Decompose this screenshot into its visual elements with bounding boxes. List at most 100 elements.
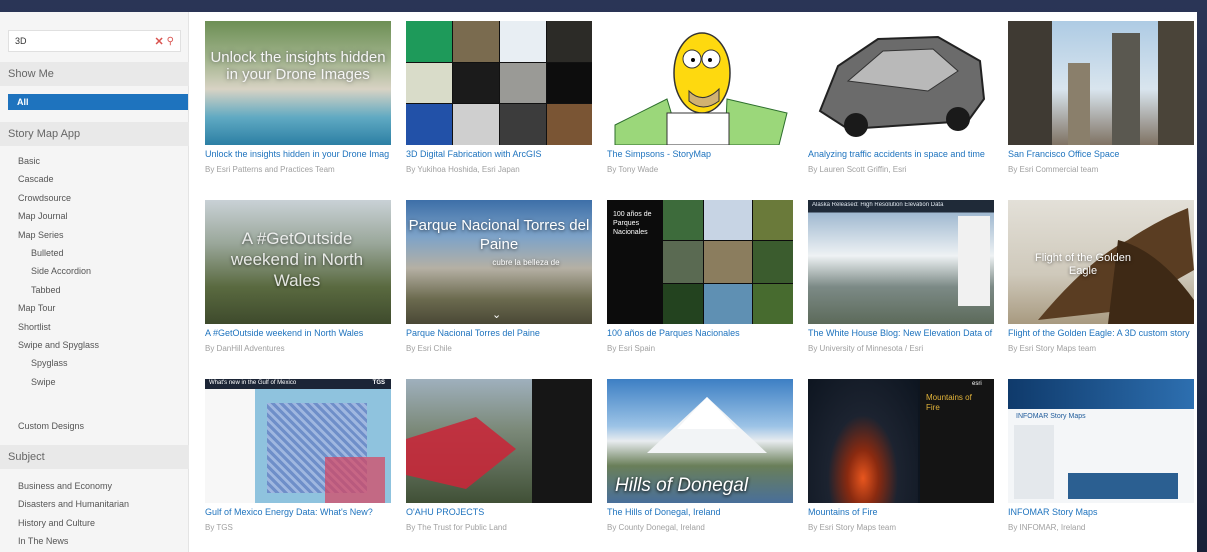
filter-disasters-and-humanitarian[interactable]: Disasters and Humanitarian — [0, 495, 189, 513]
thumbnail-oahu-projects[interactable] — [406, 379, 592, 503]
thumbnail-3d-fabrication[interactable] — [406, 21, 592, 145]
story-card[interactable]: A #GetOutside weekend in North Wales A #… — [205, 200, 391, 370]
card-author: By The Trust for Public Land — [406, 523, 507, 532]
thumb-tile — [547, 21, 592, 62]
card-author: By Tony Wade — [607, 165, 659, 174]
thumb-tile — [500, 104, 546, 145]
filter-custom-designs[interactable]: Custom Designs — [0, 417, 189, 435]
thumbnail-gulf-of-mexico[interactable]: What's new in the Gulf of Mexico TGS — [205, 379, 391, 503]
card-title[interactable]: The Hills of Donegal, Ireland — [607, 507, 793, 517]
thumb-tile — [704, 200, 752, 240]
filter-swipe[interactable]: Swipe — [0, 373, 189, 391]
card-author: By University of Minnesota / Esri — [808, 344, 924, 353]
thumbnail-traffic-accidents[interactable] — [808, 21, 994, 145]
side-panel — [1014, 425, 1054, 499]
card-author: By Esri Story Maps team — [808, 523, 897, 532]
thumbnail-drone-images[interactable]: Unlock the insights hidden in your Drone… — [205, 21, 391, 145]
card-title[interactable]: 3D Digital Fabrication with ArcGIS — [406, 149, 592, 159]
filter-cascade[interactable]: Cascade — [0, 170, 189, 188]
card-title[interactable]: Analyzing traffic accidents in space and… — [808, 149, 994, 159]
card-title[interactable]: INFOMAR Story Maps — [1008, 507, 1194, 517]
thumb-tile — [500, 21, 546, 62]
filter-spyglass[interactable]: Spyglass — [0, 354, 189, 372]
filter-tabbed[interactable]: Tabbed — [0, 281, 189, 299]
thumbnail-title-text: Unlock the insights hidden in your Drone… — [210, 49, 386, 83]
story-card[interactable]: 100 años de Parques Nacionales 100 años … — [607, 200, 793, 370]
filter-basic[interactable]: Basic — [0, 152, 189, 170]
story-card[interactable]: 3D Digital Fabrication with ArcGIS By Yu… — [406, 21, 592, 191]
thumbnail-simpsons[interactable] — [607, 21, 793, 145]
search-icon[interactable]: ⚲ — [167, 36, 174, 47]
filter-map-tour[interactable]: Map Tour — [0, 299, 189, 317]
search-input[interactable]: 3D — [15, 36, 154, 46]
thumbnail-infomar[interactable]: INFOMAR Story Maps — [1008, 379, 1194, 503]
filter-swipe-and-spyglass[interactable]: Swipe and Spyglass — [0, 336, 189, 354]
filter-map-journal[interactable]: Map Journal — [0, 207, 189, 225]
thumbnail-title-text: A #GetOutside weekend in North Wales — [230, 229, 364, 290]
card-title[interactable]: Gulf of Mexico Energy Data: What's New? — [205, 507, 391, 517]
building-shape — [1112, 33, 1140, 145]
filter-crowdsource[interactable]: Crowdsource — [0, 189, 189, 207]
story-card[interactable]: Unlock the insights hidden in your Drone… — [205, 21, 391, 191]
card-title[interactable]: A #GetOutside weekend in North Wales — [205, 328, 391, 338]
card-title[interactable]: Mountains of Fire — [808, 507, 994, 517]
thumb-tile — [547, 104, 592, 145]
story-card[interactable]: Analyzing traffic accidents in space and… — [808, 21, 994, 191]
story-card[interactable]: The Simpsons - StoryMap By Tony Wade — [607, 21, 793, 191]
card-title[interactable]: Parque Nacional Torres del Paine — [406, 328, 592, 338]
card-title[interactable]: Unlock the insights hidden in your Drone… — [205, 149, 391, 159]
thumbnail-north-wales[interactable]: A #GetOutside weekend in North Wales — [205, 200, 391, 324]
thumb-tile — [704, 241, 752, 283]
story-card[interactable]: Parque Nacional Torres del Paine cubre l… — [406, 200, 592, 370]
card-author: By Esri Spain — [607, 344, 656, 353]
filter-all[interactable]: All — [8, 94, 188, 110]
thumbnail-hills-of-donegal[interactable]: Hills of Donegal — [607, 379, 793, 503]
filter-history-and-culture[interactable]: History and Culture — [0, 514, 189, 532]
filter-map-series[interactable]: Map Series — [0, 226, 189, 244]
card-title[interactable]: Flight of the Golden Eagle: A 3D custom … — [1008, 328, 1194, 338]
card-title[interactable]: 100 años de Parques Nacionales — [607, 328, 793, 338]
search-box[interactable]: 3D ✕ ⚲ — [8, 30, 181, 52]
app-filter-list: Basic Cascade Crowdsource Map Journal Ma… — [0, 152, 189, 391]
thumbnail-parques-nacionales[interactable]: 100 años de Parques Nacionales — [607, 200, 793, 324]
thumb-tile — [453, 63, 499, 103]
volcano-photo — [808, 379, 918, 503]
story-card[interactable]: San Francisco Office Space By Esri Comme… — [1008, 21, 1194, 191]
homer-illustration — [614, 32, 788, 145]
card-title[interactable]: The White House Blog: New Elevation Data… — [808, 328, 994, 338]
filter-side-accordion[interactable]: Side Accordion — [0, 262, 189, 280]
filter-shortlist[interactable]: Shortlist — [0, 318, 189, 336]
thumb-tile — [406, 21, 452, 62]
story-card[interactable]: Alaska Released: High Resolution Elevati… — [808, 200, 994, 370]
thumb-tile — [406, 63, 452, 103]
story-card[interactable]: Flight of the Golden Eagle Flight of the… — [1008, 200, 1194, 370]
story-card[interactable]: Hills of Donegal The Hills of Donegal, I… — [607, 379, 793, 549]
thumb-tile — [500, 63, 546, 103]
thumbnail-torres-del-paine[interactable]: Parque Nacional Torres del Paine cubre l… — [406, 200, 592, 324]
filter-in-the-news[interactable]: In The News — [0, 532, 189, 550]
thumb-tile — [406, 104, 452, 145]
filter-bulleted[interactable]: Bulleted — [0, 244, 189, 262]
thumb-tile — [704, 284, 752, 324]
card-title[interactable]: O'AHU PROJECTS — [406, 507, 592, 517]
filter-business-and-economy[interactable]: Business and Economy — [0, 477, 189, 495]
clear-search-icon[interactable]: ✕ — [154, 35, 163, 48]
thumb-tile — [663, 200, 703, 240]
story-card[interactable]: O'AHU PROJECTS By The Trust for Public L… — [406, 379, 592, 549]
story-card[interactable]: What's new in the Gulf of Mexico TGS Gul… — [205, 379, 391, 549]
thumbnail-title-text: Hills of Donegal — [615, 475, 749, 496]
wrecked-car-photo — [818, 35, 986, 137]
subject-heading: Subject — [0, 445, 189, 469]
thumbnail-title-text: Flight of the Golden Eagle — [1034, 252, 1131, 277]
card-title[interactable]: San Francisco Office Space — [1008, 149, 1194, 159]
card-author: By INFOMAR, Ireland — [1008, 523, 1086, 532]
thumbnail-golden-eagle[interactable]: Flight of the Golden Eagle — [1008, 200, 1194, 324]
story-card[interactable]: INFOMAR Story Maps INFOMAR Story Maps By… — [1008, 379, 1194, 549]
card-title[interactable]: The Simpsons - StoryMap — [607, 149, 793, 159]
thumbnail-mountains-of-fire[interactable]: Mountains of Fire esri — [808, 379, 994, 503]
thumbnail-san-francisco[interactable] — [1008, 21, 1194, 145]
thumb-tile — [547, 63, 592, 103]
story-card[interactable]: Mountains of Fire esri Mountains of Fire… — [808, 379, 994, 549]
thumbnail-white-house-elevation[interactable]: Alaska Released: High Resolution Elevati… — [808, 200, 994, 324]
thumbnail-title-text: Parque Nacional Torres del Paine — [408, 217, 590, 253]
